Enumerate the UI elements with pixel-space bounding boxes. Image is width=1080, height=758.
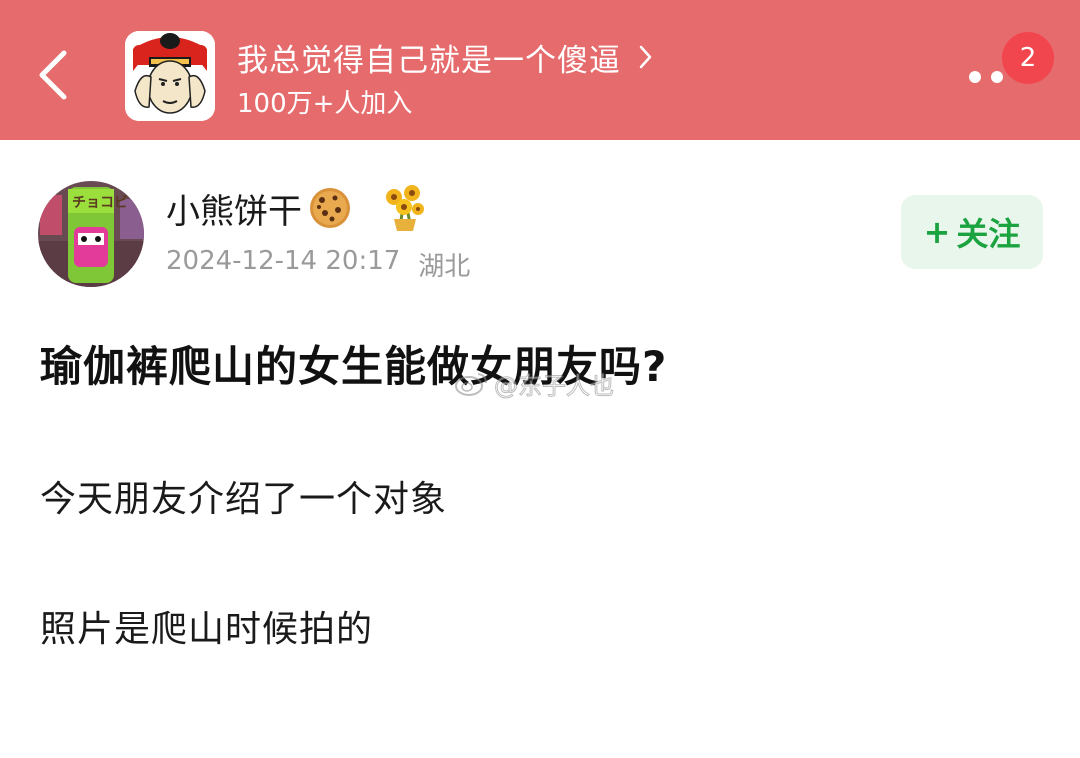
notification-badge[interactable]: 2 <box>1002 32 1054 84</box>
post-timestamp: 2024-12-14 20:17 <box>166 246 401 276</box>
group-title-link[interactable]: 我总觉得自己就是一个傻逼 <box>237 34 653 80</box>
follow-label: 关注 <box>956 215 1021 253</box>
plus-icon: + <box>923 213 951 251</box>
watermark-text: @东子人也 <box>494 371 615 400</box>
group-header: 我总觉得自己就是一个傻逼 100万+人加入 2 <box>0 0 1080 140</box>
weibo-watermark: @东子人也 <box>454 368 615 400</box>
group-member-count: 100万+人加入 <box>237 89 413 119</box>
more-dots-icon[interactable] <box>968 69 1008 85</box>
post-paragraph: 今天朋友介绍了一个对象 <box>40 479 448 520</box>
svg-text:チョコビ: チョコビ <box>72 195 128 211</box>
follow-button[interactable]: + 关注 <box>901 195 1043 269</box>
author-name-row[interactable]: 小熊饼干 <box>166 182 430 234</box>
chevron-right-icon <box>639 45 652 69</box>
chevron-left-icon <box>39 50 67 100</box>
back-button[interactable] <box>30 45 80 105</box>
group-title: 我总觉得自己就是一个傻逼 <box>237 42 621 79</box>
cookie-emoji-icon <box>310 188 350 228</box>
post-meta: 2024-12-14 20:17 湖北 <box>166 246 470 283</box>
post-paragraph: 照片是爬山时候拍的 <box>40 609 374 650</box>
sunflower-icon <box>386 185 424 231</box>
post-location: 湖北 <box>418 252 471 282</box>
author-avatar[interactable]: チョコビ <box>38 181 144 287</box>
group-avatar[interactable] <box>125 31 215 121</box>
author-name: 小熊饼干 <box>166 191 302 232</box>
weibo-logo-icon <box>455 373 487 396</box>
